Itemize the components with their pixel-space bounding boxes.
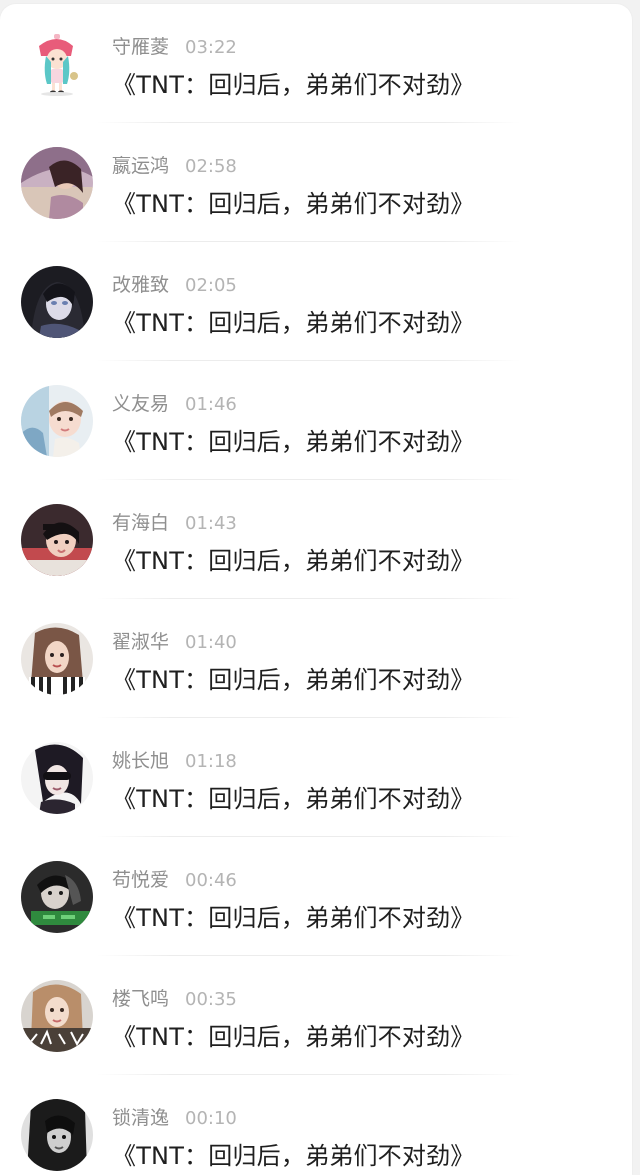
book-title[interactable]: 《TNT：回归后，弟弟们不对劲》: [112, 68, 474, 102]
item-meta: 苟悦爱 00:46: [112, 867, 237, 893]
list-item[interactable]: 姚长旭 01:18 《TNT：回归后，弟弟们不对劲》: [0, 718, 632, 837]
avatar[interactable]: [21, 266, 93, 338]
avatar[interactable]: [21, 28, 93, 100]
item-meta: 楼飞鸣 00:35: [112, 986, 237, 1012]
item-meta: 姚长旭 01:18: [112, 748, 237, 774]
page: 守雁菱 03:22 《TNT：回归后，弟弟们不对劲》 嬴运鸿 02:58 《TNT：…: [0, 0, 640, 1175]
user-name[interactable]: 锁清逸: [112, 1107, 169, 1129]
user-name[interactable]: 姚长旭: [112, 750, 169, 772]
book-title[interactable]: 《TNT：回归后，弟弟们不对劲》: [112, 544, 474, 578]
avatar-photo-icon: [21, 1099, 93, 1171]
book-title[interactable]: 《TNT：回归后，弟弟们不对劲》: [112, 1139, 474, 1173]
list-item[interactable]: 有海白 01:43 《TNT：回归后，弟弟们不对劲》: [0, 480, 632, 599]
user-name[interactable]: 嬴运鸿: [112, 155, 169, 177]
avatar-photo-icon: [21, 742, 93, 814]
book-title[interactable]: 《TNT：回归后，弟弟们不对劲》: [112, 187, 474, 221]
avatar[interactable]: [21, 980, 93, 1052]
avatar[interactable]: [21, 1099, 93, 1171]
item-meta: 翟淑华 01:40: [112, 629, 237, 655]
user-name[interactable]: 守雁菱: [112, 36, 169, 58]
item-meta: 嬴运鸿 02:58: [112, 153, 237, 179]
timestamp: 01:18: [185, 751, 237, 772]
timestamp: 02:58: [185, 156, 237, 177]
timestamp: 03:22: [185, 37, 237, 58]
list-item[interactable]: 苟悦爱 00:46 《TNT：回归后，弟弟们不对劲》: [0, 837, 632, 956]
timestamp: 01:46: [185, 394, 237, 415]
item-meta: 义友易 01:46: [112, 391, 237, 417]
timestamp: 00:10: [185, 1108, 237, 1129]
user-name[interactable]: 有海白: [112, 512, 169, 534]
list-item[interactable]: 守雁菱 03:22 《TNT：回归后，弟弟们不对劲》: [0, 4, 632, 123]
avatar[interactable]: [21, 504, 93, 576]
user-name[interactable]: 翟淑华: [112, 631, 169, 653]
avatar-photo-icon: [21, 504, 93, 576]
avatar[interactable]: [21, 623, 93, 695]
timestamp: 01:40: [185, 632, 237, 653]
item-meta: 守雁菱 03:22: [112, 34, 237, 60]
user-name[interactable]: 改雅致: [112, 274, 169, 296]
avatar-photo-icon: [21, 385, 93, 457]
timestamp: 02:05: [185, 275, 237, 296]
book-title[interactable]: 《TNT：回归后，弟弟们不对劲》: [112, 1020, 474, 1054]
avatar-cartoon-girl-icon: [21, 28, 93, 100]
avatar[interactable]: [21, 385, 93, 457]
message-list-card: 守雁菱 03:22 《TNT：回归后，弟弟们不对劲》 嬴运鸿 02:58 《TNT：…: [0, 4, 632, 1175]
item-meta: 锁清逸 00:10: [112, 1105, 237, 1131]
book-title[interactable]: 《TNT：回归后，弟弟们不对劲》: [112, 901, 474, 935]
user-name[interactable]: 楼飞鸣: [112, 988, 169, 1010]
user-name[interactable]: 苟悦爱: [112, 869, 169, 891]
item-meta: 有海白 01:43: [112, 510, 237, 536]
user-name[interactable]: 义友易: [112, 393, 169, 415]
avatar-photo-icon: [21, 980, 93, 1052]
list-item[interactable]: 嬴运鸿 02:58 《TNT：回归后，弟弟们不对劲》: [0, 123, 632, 242]
avatar[interactable]: [21, 147, 93, 219]
avatar-photo-icon: [21, 266, 93, 338]
avatar-photo-icon: [21, 623, 93, 695]
list-item[interactable]: 义友易 01:46 《TNT：回归后，弟弟们不对劲》: [0, 361, 632, 480]
list-item[interactable]: 改雅致 02:05 《TNT：回归后，弟弟们不对劲》: [0, 242, 632, 361]
timestamp: 00:46: [185, 870, 237, 891]
book-title[interactable]: 《TNT：回归后，弟弟们不对劲》: [112, 782, 474, 816]
avatar[interactable]: [21, 742, 93, 814]
list-item[interactable]: 翟淑华 01:40 《TNT：回归后，弟弟们不对劲》: [0, 599, 632, 718]
avatar-photo-icon: [21, 147, 93, 219]
timestamp: 01:43: [185, 513, 237, 534]
book-title[interactable]: 《TNT：回归后，弟弟们不对劲》: [112, 425, 474, 459]
avatar-photo-icon: [21, 861, 93, 933]
book-title[interactable]: 《TNT：回归后，弟弟们不对劲》: [112, 663, 474, 697]
item-meta: 改雅致 02:05: [112, 272, 237, 298]
avatar[interactable]: [21, 861, 93, 933]
list-item[interactable]: 锁清逸 00:10 《TNT：回归后，弟弟们不对劲》: [0, 1075, 632, 1175]
list-item[interactable]: 楼飞鸣 00:35 《TNT：回归后，弟弟们不对劲》: [0, 956, 632, 1075]
timestamp: 00:35: [185, 989, 237, 1010]
book-title[interactable]: 《TNT：回归后，弟弟们不对劲》: [112, 306, 474, 340]
